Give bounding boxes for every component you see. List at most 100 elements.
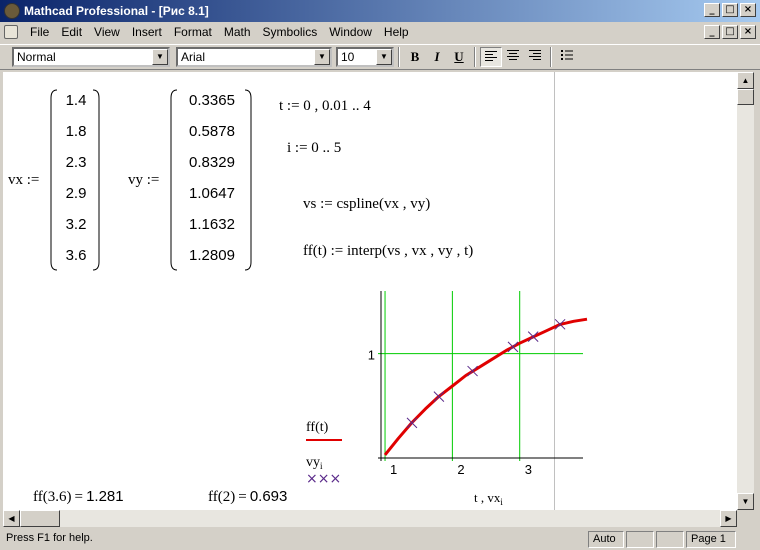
menu-math[interactable]: Math [218,25,257,39]
series-marker-vy [433,391,445,403]
align-left-button[interactable] [480,47,502,67]
status-mode: Auto [588,531,624,548]
toolbar-separator [474,47,476,67]
vy-cell: 1.0647 [189,185,235,202]
vy-cell: 0.3365 [189,92,235,109]
menu-bar: File Edit View Insert Format Math Symbol… [0,22,760,42]
align-right-button[interactable] [524,47,546,67]
vy-matrix-brackets [170,89,252,271]
vy-cell: 0.8329 [189,154,235,171]
vx-matrix-brackets [50,89,100,271]
vx-cell: 3.6 [65,247,87,264]
vy-cell: 1.2809 [189,247,235,264]
style-select-value: Normal [17,50,56,64]
bullets-button[interactable] [556,47,578,67]
scroll-up-arrow-icon[interactable]: ▲ [737,72,754,89]
doc-restore-button[interactable]: □ [722,25,738,39]
align-left-icon [485,51,497,61]
series-marker-vy [467,365,478,377]
underline-button[interactable]: U [448,47,470,67]
x-tick-label: 2 [457,462,464,477]
menu-insert[interactable]: Insert [126,25,168,39]
scroll-left-arrow-icon[interactable]: ◀ [3,510,20,527]
formatting-toolbar: Normal ▼ Arial ▼ 10 ▼ B I U [0,44,760,70]
menu-window[interactable]: Window [323,25,378,39]
vx-cell: 1.4 [65,92,87,109]
ff-interp-definition[interactable]: ff(t) := interp(vs , vx , vy , t) [303,243,473,260]
eval-expression: ff(2) [208,489,236,505]
chevron-down-icon[interactable]: ▼ [152,49,168,65]
chevron-down-icon[interactable]: ▼ [376,49,392,65]
series-marker-vy [507,341,519,353]
y-tick-label: 1 [368,348,375,363]
document-icon[interactable] [4,25,18,39]
toolbar-separator [398,47,400,67]
x-tick-label: 1 [390,462,397,477]
eval-ff-3-6[interactable]: ff(3.6) = 1.281 [33,488,124,506]
italic-button[interactable]: I [426,47,448,67]
doc-minimize-button[interactable]: _ [704,25,720,39]
style-select[interactable]: Normal ▼ [12,47,170,67]
eval-result: 1.281 [86,488,124,505]
status-panel-empty [626,531,654,548]
menu-format[interactable]: Format [168,25,218,39]
status-bar: Press F1 for help. Auto Page 1 [0,529,760,550]
font-select-value: Arial [181,50,206,64]
doc-close-button[interactable]: × [740,25,756,39]
mathcad-app-icon[interactable] [4,3,20,19]
bold-button[interactable]: B [404,47,426,67]
x-axis-label: t , vxi [474,490,503,507]
eval-equals: = [74,489,83,505]
size-select[interactable]: 10 ▼ [336,47,394,67]
vy-cell: 0.5878 [189,123,235,140]
vx-cell: 2.3 [65,154,87,171]
font-select[interactable]: Arial ▼ [176,47,332,67]
vx-cell: 2.9 [65,185,87,202]
menu-edit[interactable]: Edit [55,25,88,39]
horizontal-scroll-thumb[interactable] [20,510,60,527]
t-range-definition[interactable]: t := 0 , 0.01 .. 4 [279,98,371,115]
eval-result: 0.693 [249,488,288,505]
minimize-button[interactable]: _ [704,3,720,17]
vx-cell: 1.8 [65,123,87,140]
vertical-scroll-thumb[interactable] [737,89,754,105]
status-panel-empty [656,531,684,548]
vx-label[interactable]: vx := [8,172,39,189]
legend-swatch-vy: ××× [306,471,341,487]
chevron-down-icon[interactable]: ▼ [314,49,330,65]
status-help-text: Press F1 for help. [6,532,93,544]
worksheet[interactable]: vx := 1.4 1.8 2.3 2.9 3.2 3.6 vy := 0.33… [3,72,737,510]
scroll-down-arrow-icon[interactable]: ▼ [737,493,754,510]
align-right-icon [529,50,541,60]
series-line-ff [383,317,588,456]
align-center-icon [507,50,519,60]
eval-equals: = [238,489,247,505]
toolbar-separator [550,47,552,67]
vx-cell: 3.2 [65,216,87,233]
menu-symbolics[interactable]: Symbolics [257,25,324,39]
vy-label[interactable]: vy := [128,172,159,189]
bullet-list-icon [561,50,573,60]
eval-expression: ff(3.6) [33,489,72,505]
x-tick-label: 3 [525,462,532,477]
window-title: Mathcad Professional - [Рис 8.1] [24,4,209,18]
horizontal-scrollbar[interactable]: ◀ ▶ [3,510,737,527]
legend-label-vy: vyi [306,455,323,471]
vertical-scrollbar[interactable]: ▲ ▼ [737,72,754,510]
status-page: Page 1 [686,531,736,548]
maximize-button[interactable]: □ [722,3,738,17]
series-marker-vy [406,417,418,429]
scroll-right-arrow-icon[interactable]: ▶ [720,510,737,527]
vs-cspline-definition[interactable]: vs := cspline(vx , vy) [303,196,430,213]
i-range-definition[interactable]: i := 0 .. 5 [287,140,341,157]
menu-help[interactable]: Help [378,25,415,39]
vy-cell: 1.1632 [189,216,235,233]
xy-plot[interactable]: 1 2 3 1 ff(t) vyi××× t , vxi [298,288,588,510]
close-button[interactable]: × [740,3,756,17]
menu-file[interactable]: File [24,25,55,39]
legend-label-ff: ff(t) [306,420,329,435]
size-select-value: 10 [341,50,355,64]
menu-view[interactable]: View [88,25,126,39]
eval-ff-2[interactable]: ff(2) = 0.693 [208,488,287,506]
align-center-button[interactable] [502,47,524,67]
